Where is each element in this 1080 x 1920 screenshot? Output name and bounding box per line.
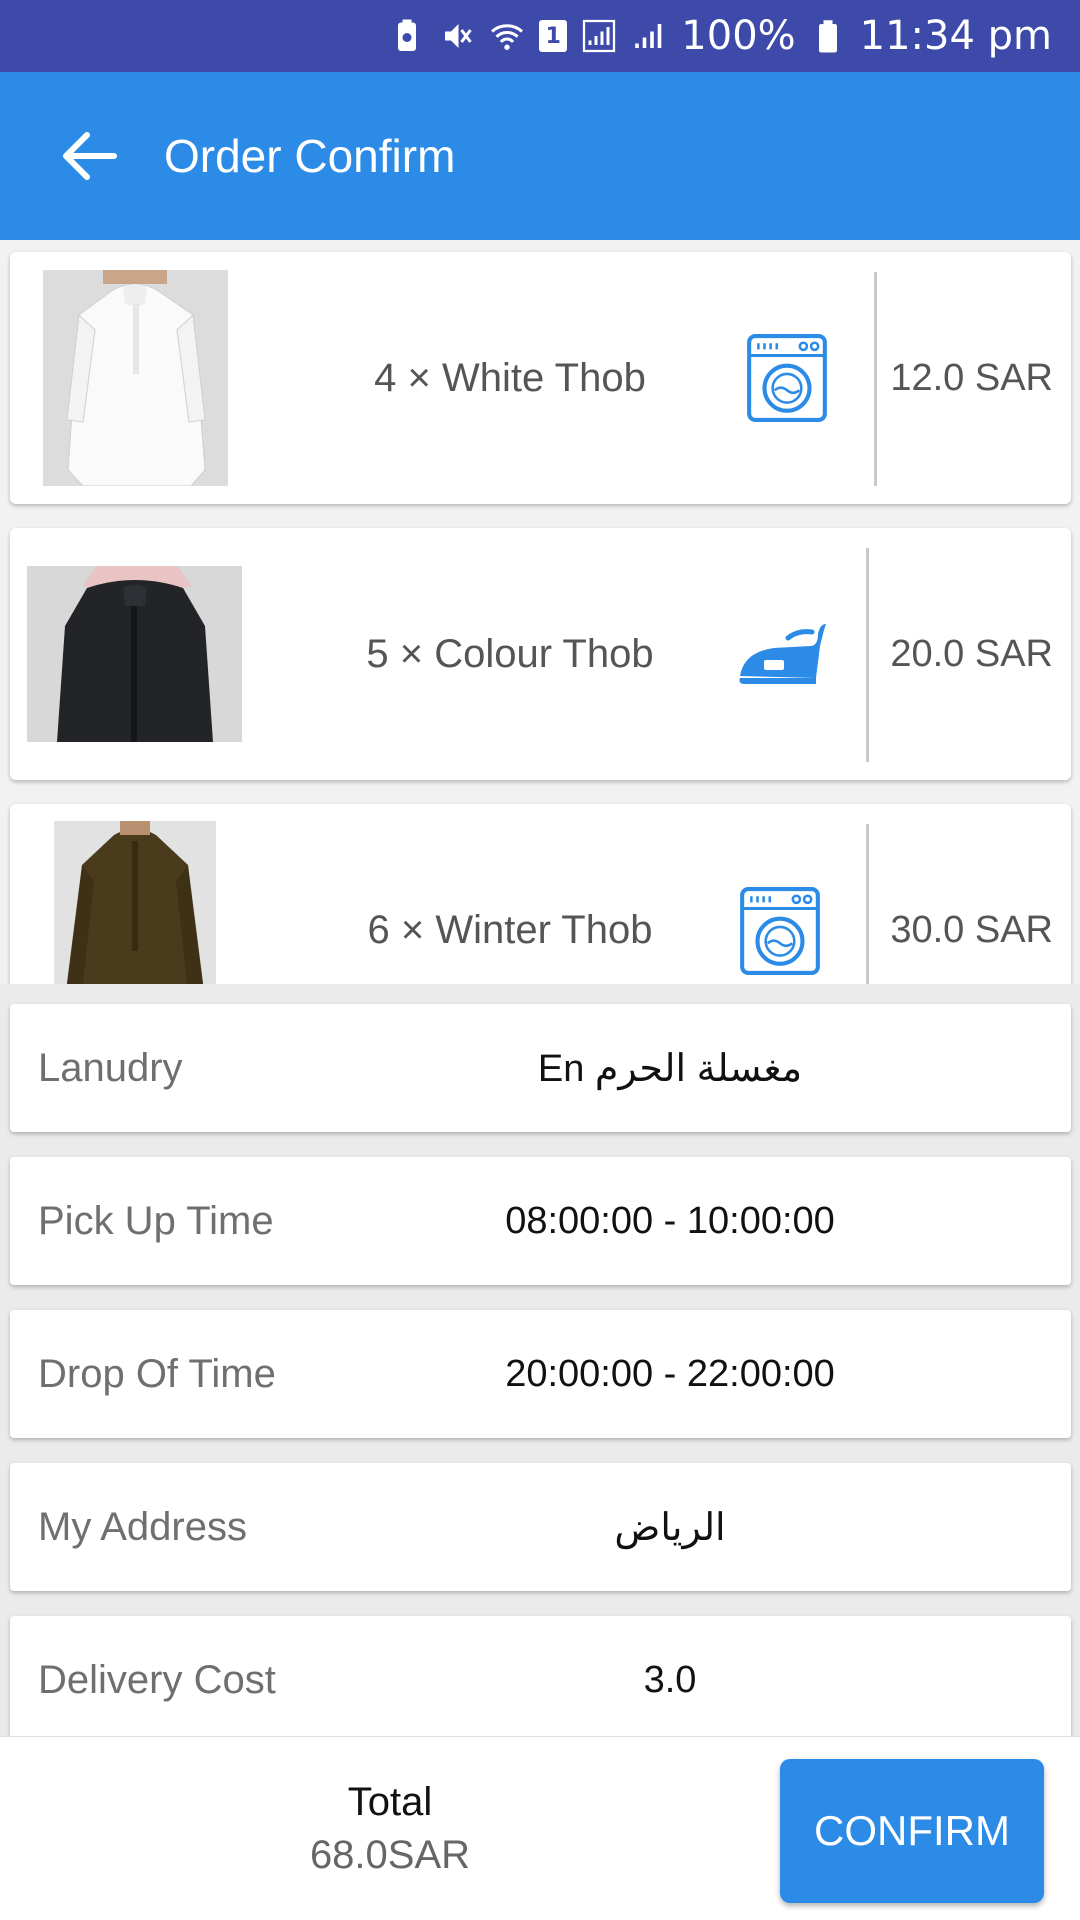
order-items-list[interactable]: 4 × White Thob 12.0 SAR 5 × Colour Thob … [0,240,1080,984]
laundry-value: En مغسلة الحرم [537,1047,803,1090]
order-confirm-screen: 1 100% 11:34 pm Order Confirm 4 × White … [0,0,1080,1920]
address-row: My Address الرياض [10,1463,1071,1591]
item-name: 6 × Winter Thob [367,907,653,952]
battery-icon [810,18,846,54]
back-button[interactable] [40,106,140,206]
clock: 11:34 pm [859,13,1052,59]
vibrate-mute-icon [439,18,475,54]
app-bar: Order Confirm [0,72,1080,240]
order-item-card: 4 × White Thob 12.0 SAR [10,252,1071,504]
bottom-bar: Total 68.0SAR CONFIRM [0,1736,1080,1920]
pickup-time-row: Pick Up Time 08:00:00 - 10:00:00 [10,1157,1071,1285]
battery-saver-icon [389,18,425,54]
total-summary: Total 68.0SAR [240,1737,540,1920]
order-details[interactable]: Lanudry En مغسلة الحرم Pick Up Time 08:0… [0,984,1080,1736]
item-divider [874,272,877,486]
item-price: 30.0 SAR [890,908,1053,951]
order-item-card: 5 × Colour Thob 20.0 SAR [10,528,1071,780]
delivery-cost-value: 3.0 [643,1658,697,1701]
white-thob-image [43,270,228,486]
total-label: Total [347,1780,433,1824]
battery-percent: 100% [681,13,796,59]
sim-slot-badge: 1 [539,20,568,52]
confirm-button[interactable]: CONFIRM [780,1759,1044,1903]
status-bar: 1 100% 11:34 pm [0,0,1080,72]
address-label: My Address [38,1504,247,1549]
signal-bars-icon [631,18,667,54]
wifi-icon [489,18,525,54]
item-price: 20.0 SAR [890,632,1053,675]
iron-icon [734,616,830,696]
delivery-cost-row: Delivery Cost 3.0 [10,1616,1071,1736]
colour-thob-image [27,566,242,742]
dropoff-time-label: Drop Of Time [38,1351,276,1396]
dropoff-time-value: 20:00:00 - 22:00:00 [505,1352,835,1395]
washing-machine-icon [745,333,829,423]
item-divider [866,548,869,762]
item-name: 4 × White Thob [374,355,646,400]
page-title: Order Confirm [164,130,456,182]
washing-machine-icon [738,886,822,976]
total-value: 68.0SAR [309,1833,471,1877]
signal-strength-icon [581,18,617,54]
pickup-time-value: 08:00:00 - 10:00:00 [505,1199,835,1242]
item-divider [866,824,869,984]
laundry-row: Lanudry En مغسلة الحرم [10,1004,1071,1132]
delivery-cost-label: Delivery Cost [38,1657,276,1702]
arrow-back-icon [63,132,117,180]
laundry-label: Lanudry [38,1045,183,1090]
item-price: 12.0 SAR [890,356,1053,399]
winter-thob-image [54,821,216,984]
address-value: الرياض [614,1506,726,1549]
dropoff-time-row: Drop Of Time 20:00:00 - 22:00:00 [10,1310,1071,1438]
pickup-time-label: Pick Up Time [38,1198,274,1243]
order-item-card: 6 × Winter Thob 30.0 SAR [10,804,1071,984]
item-name: 5 × Colour Thob [366,631,654,676]
